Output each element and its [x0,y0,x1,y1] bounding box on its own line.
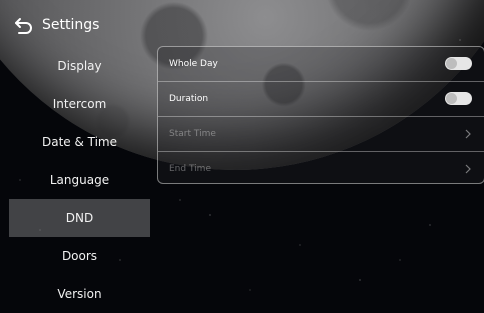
chevron-right-icon [465,129,471,139]
sidebar-item-doors[interactable]: Doors [9,237,150,275]
dnd-settings-panel: Whole Day Duration Start Time End Time [157,46,484,184]
duration-toggle[interactable] [445,92,472,105]
whole-day-label: Whole Day [169,59,218,69]
sidebar-menu: Display Intercom Date & Time Language DN… [9,47,150,313]
end-time-row[interactable]: End Time [158,151,484,186]
whole-day-toggle[interactable] [445,57,472,70]
duration-label: Duration [169,94,209,104]
start-time-row[interactable]: Start Time [158,116,484,151]
sidebar-item-intercom[interactable]: Intercom [9,85,150,123]
whole-day-row: Whole Day [158,47,484,81]
sidebar-item-language[interactable]: Language [9,161,150,199]
title-bar: Settings [0,0,484,44]
toggle-knob [446,93,457,104]
back-arrow-icon[interactable] [14,17,34,35]
end-time-label: End Time [169,164,211,174]
sidebar-item-version[interactable]: Version [9,275,150,313]
duration-row: Duration [158,81,484,116]
start-time-label: Start Time [169,129,216,139]
toggle-knob [446,58,457,69]
sidebar-item-display[interactable]: Display [9,47,150,85]
sidebar-item-dnd[interactable]: DND [9,199,150,237]
page-title: Settings [42,17,100,33]
chevron-right-icon [465,164,471,174]
sidebar-item-date-time[interactable]: Date & Time [9,123,150,161]
